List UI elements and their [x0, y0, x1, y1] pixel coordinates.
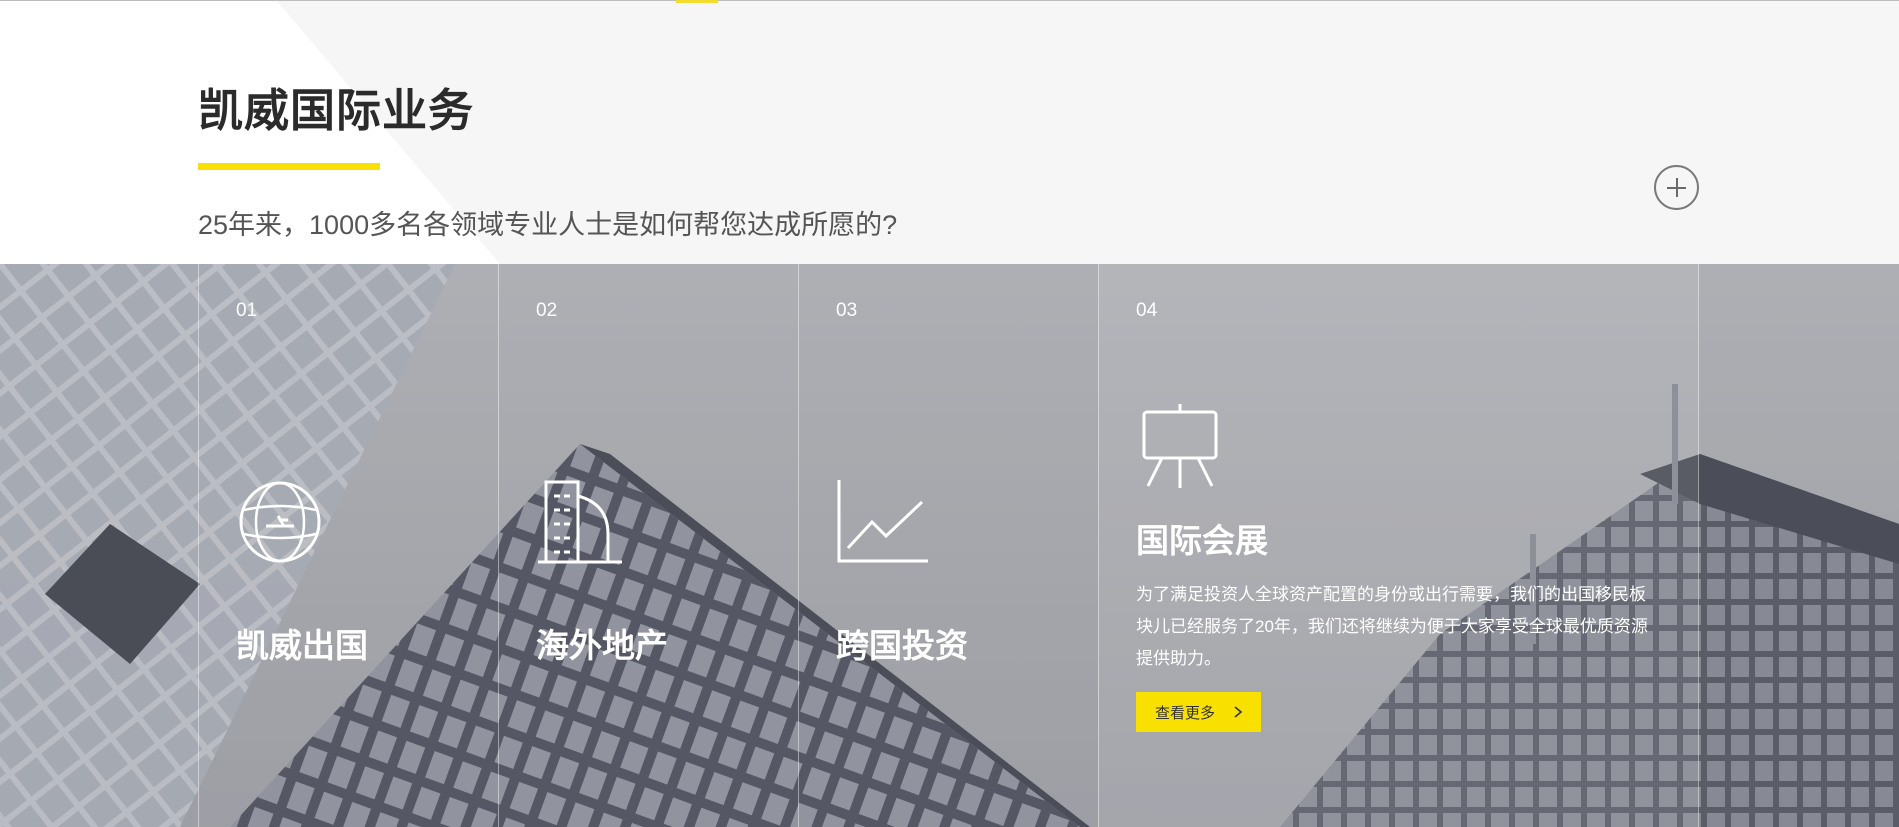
- business-panel-overseas-property[interactable]: 02 海外地产: [498, 264, 798, 827]
- globe-plane-icon: [239, 481, 321, 563]
- view-more-label: 查看更多: [1155, 704, 1216, 722]
- expand-plus-button[interactable]: [1654, 165, 1699, 210]
- panel-title: 海外地产: [536, 627, 668, 664]
- panel-description: 为了满足投资人全球资产配置的身份或出行需要，我们的出国移民板块儿已经服务了20年…: [1136, 585, 1648, 668]
- business-panel-international-exhibition[interactable]: 04 国际会展 为了满足投资人全球资产配置的身份或出行需要，我们的出国移民板块儿…: [1098, 264, 1698, 827]
- top-rule: [0, 0, 1899, 1]
- section-subtitle: 25年来，1000多名各领域专业人士是如何帮您达成所愿的?: [198, 210, 898, 240]
- section-header: 凯威国际业务 25年来，1000多名各领域专业人士是如何帮您达成所愿的?: [0, 0, 1899, 264]
- panel-number: 01: [236, 300, 258, 321]
- section-title: 凯威国际业务: [198, 85, 475, 136]
- panel-number: 04: [1136, 300, 1158, 321]
- presentation-board-icon: [1142, 404, 1218, 488]
- panel-title: 凯威出国: [236, 627, 368, 664]
- chevron-right-icon: [1234, 706, 1243, 718]
- building-icon: [538, 480, 622, 564]
- panel-title: 国际会展: [1136, 522, 1268, 559]
- line-chart-icon: [837, 480, 928, 563]
- title-underline: [198, 163, 380, 170]
- business-panel-immigration[interactable]: 01 凯威出国: [198, 264, 498, 827]
- top-accent-bar: [676, 0, 718, 3]
- view-more-button[interactable]: 查看更多: [1136, 692, 1261, 732]
- panel-divider-5: [1698, 264, 1699, 827]
- business-hero: 01 凯威出国 02 海外地产 03 跨国投资 04 国际会展 为了满足投资人全…: [0, 264, 1899, 827]
- panel-title: 跨国投资: [836, 627, 968, 664]
- panel-number: 03: [836, 300, 858, 321]
- panel-number: 02: [536, 300, 558, 321]
- business-panel-cross-border-investment[interactable]: 03 跨国投资: [798, 264, 1098, 827]
